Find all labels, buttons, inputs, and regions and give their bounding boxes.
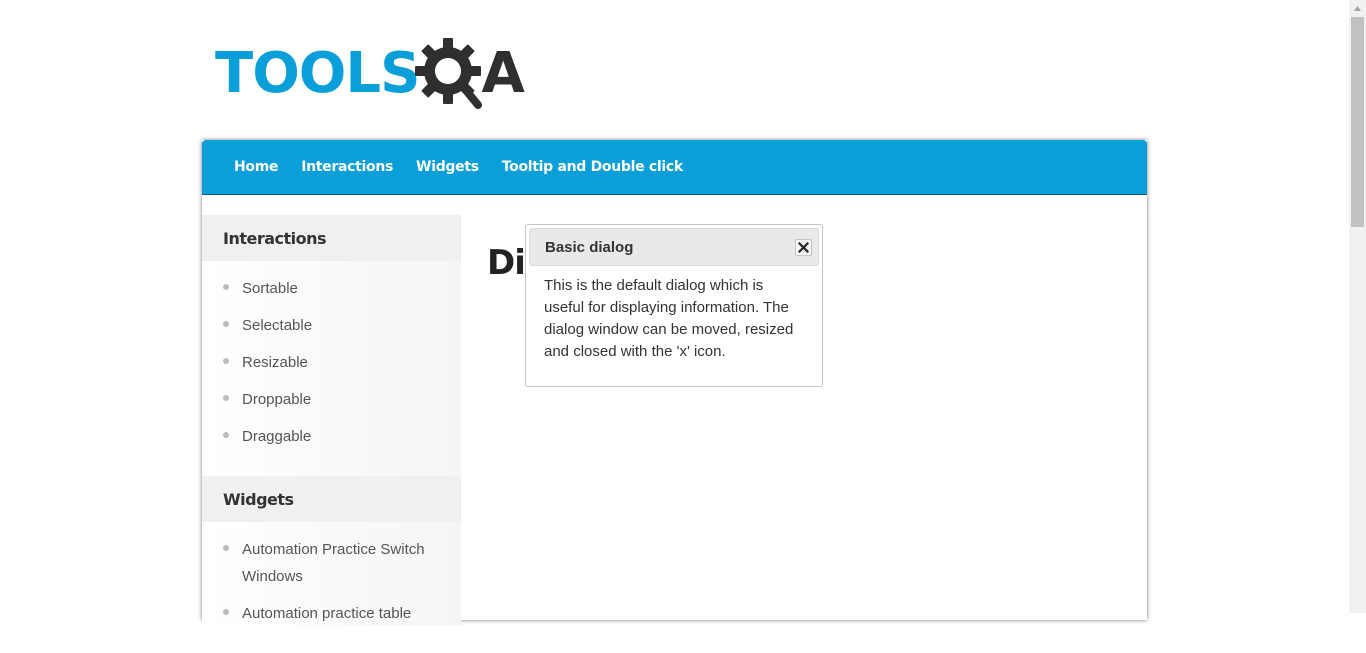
- logo-text-tools: TOOLS: [215, 40, 420, 106]
- sidebar-item-label: Draggable: [242, 428, 312, 445]
- bullet-icon: [223, 358, 229, 364]
- basic-dialog[interactable]: Basic dialog This is the default dialog …: [525, 224, 823, 387]
- sidebar-item-switch-windows[interactable]: Automation Practice Switch Windows: [202, 536, 442, 590]
- sidebar-item-label: Automation practice table: [242, 605, 412, 622]
- bullet-icon: [223, 609, 229, 615]
- sidebar-item-practice-table[interactable]: Automation practice table: [202, 600, 442, 627]
- nav-item-widgets[interactable]: Widgets: [416, 159, 479, 175]
- sidebar-list-interactions: Sortable Selectable Resizable Droppable …: [202, 261, 461, 476]
- top-navigation: Home Interactions Widgets Tooltip and Do…: [202, 140, 1147, 195]
- scrollbar-thumb[interactable]: [1351, 17, 1364, 227]
- sidebar-heading-interactions: Interactions: [202, 215, 461, 261]
- dialog-body-text: This is the default dialog which is usef…: [544, 277, 794, 360]
- bullet-icon: [223, 321, 229, 327]
- sidebar-item-draggable[interactable]: Draggable: [202, 423, 442, 450]
- bullet-icon: [223, 545, 229, 551]
- nav-item-home[interactable]: Home: [234, 159, 279, 175]
- sidebar-item-label: Droppable: [242, 391, 312, 408]
- sidebar-item-resizable[interactable]: Resizable: [202, 349, 442, 376]
- sidebar-item-label: Automation Practice Switch Windows: [242, 541, 425, 585]
- sidebar: Interactions Sortable Selectable Resizab…: [202, 215, 461, 625]
- sidebar-item-selectable[interactable]: Selectable: [202, 312, 442, 339]
- nav-item-interactions[interactable]: Interactions: [301, 159, 393, 175]
- dialog-close-button[interactable]: [795, 238, 812, 256]
- sidebar-list-widgets: Automation Practice Switch Windows Autom…: [202, 522, 461, 653]
- scroll-up-arrow-icon[interactable]: [1349, 0, 1366, 17]
- sidebar-item-droppable[interactable]: Droppable: [202, 386, 442, 413]
- dialog-title: Basic dialog: [545, 238, 634, 256]
- page-scrollbar[interactable]: [1349, 0, 1366, 613]
- bullet-icon: [223, 284, 229, 290]
- logo-text-a: A: [481, 40, 524, 106]
- gear-magnifier-icon: [415, 38, 483, 109]
- toolsqa-logo[interactable]: TOOLS A: [215, 36, 525, 111]
- nav-item-tooltip-double-click[interactable]: Tooltip and Double click: [502, 159, 683, 175]
- sidebar-heading-widgets: Widgets: [202, 476, 461, 522]
- bullet-icon: [223, 395, 229, 401]
- close-icon: [798, 241, 809, 253]
- sidebar-item-label: Selectable: [242, 317, 313, 334]
- sidebar-item-label: Sortable: [242, 280, 298, 297]
- sidebar-item-sortable[interactable]: Sortable: [202, 275, 442, 302]
- sidebar-item-label: Resizable: [242, 354, 308, 371]
- bullet-icon: [223, 432, 229, 438]
- dialog-titlebar[interactable]: Basic dialog: [529, 228, 819, 266]
